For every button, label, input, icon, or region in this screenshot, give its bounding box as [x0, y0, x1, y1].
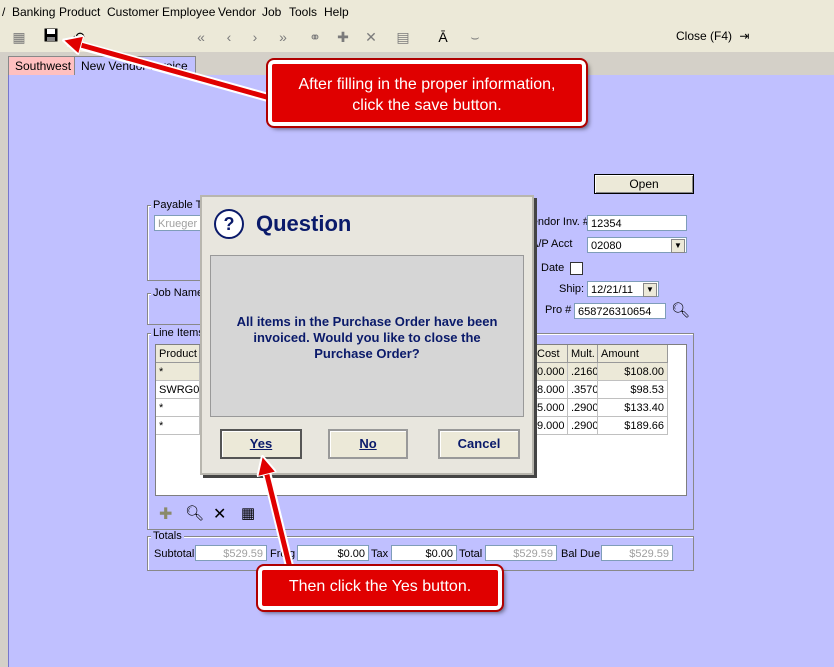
yes-arrow-inner — [264, 463, 293, 569]
callout-save: After filling in the proper information,… — [266, 58, 588, 128]
callout-yes: Then click the Yes button. — [256, 564, 504, 612]
save-arrow-inner — [70, 42, 271, 101]
